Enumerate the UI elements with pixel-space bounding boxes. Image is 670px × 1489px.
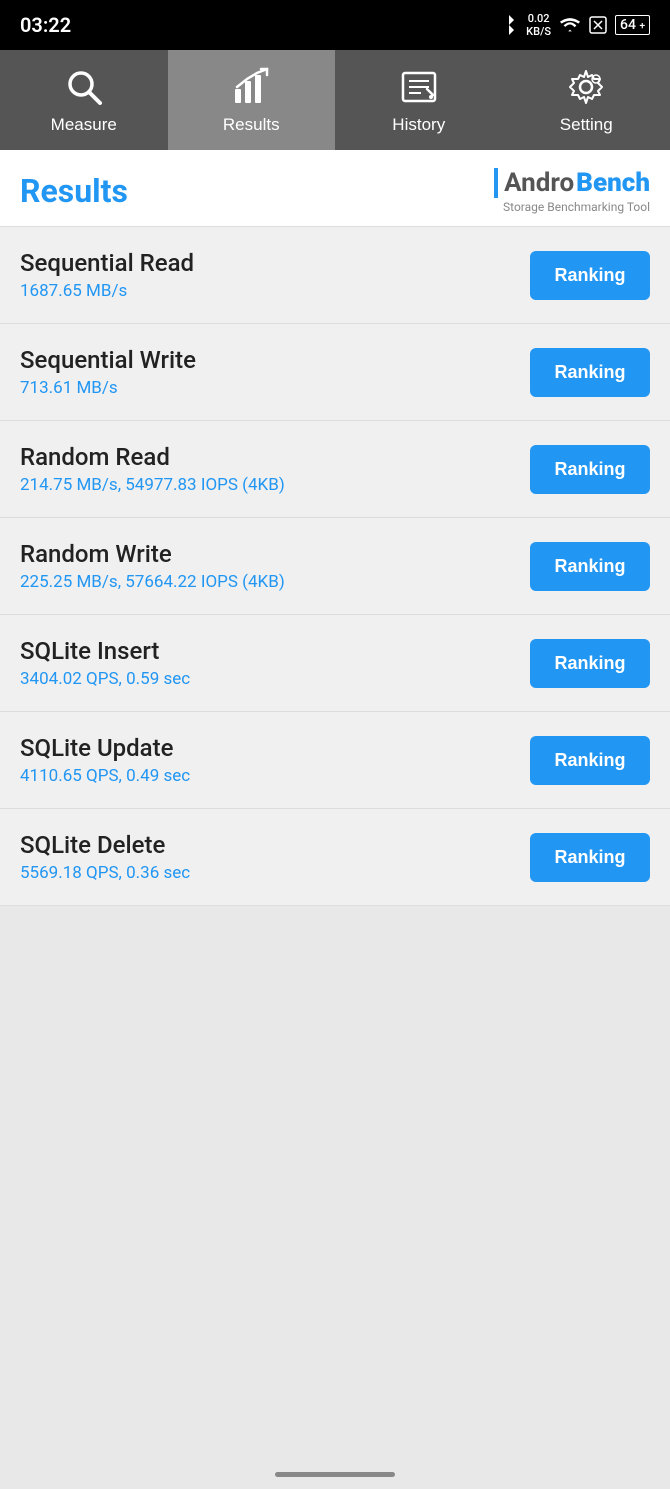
ranking-button[interactable]: Ranking [530,639,650,688]
battery-level: 64 + [615,15,650,35]
result-row: SQLite Delete 5569.18 QPS, 0.36 secRankin… [0,809,670,906]
x-icon [589,16,607,34]
results-list: Sequential Read1687.65 MB/sRankingSequen… [0,227,670,906]
tab-results[interactable]: Results [168,50,336,150]
result-value: 1687.65 MB/s [20,281,530,301]
tab-measure-label: Measure [51,115,117,135]
brand-logo: AndroBench Storage Benchmarking Tool [494,168,650,214]
results-icon [229,65,273,109]
result-value: 225.25 MB/s, 57664.22 IOPS (4KB) [20,572,530,592]
status-icons: 0.02KB/S 64 + [500,12,650,38]
measure-icon [62,65,106,109]
tab-setting[interactable]: Setting [503,50,670,150]
result-name: Sequential Read [20,249,530,277]
result-row: Random Read 214.75 MB/s, 54977.83 IOPS (4… [0,421,670,518]
result-info: SQLite Delete 5569.18 QPS, 0.36 sec [20,831,530,883]
bottom-indicator [275,1472,395,1477]
tab-history-label: History [392,115,445,135]
history-icon [397,65,441,109]
nav-tabs: Measure Results History [0,50,670,150]
result-name: SQLite Delete [20,831,530,859]
result-name: SQLite Insert [20,637,530,665]
status-time: 03:22 [20,13,71,37]
result-info: Random Write 225.25 MB/s, 57664.22 IOPS (… [20,540,530,592]
result-name: Random Read [20,443,530,471]
result-value: 3404.02 QPS, 0.59 sec [20,669,530,689]
wifi-icon [559,16,581,34]
result-row: Random Write 225.25 MB/s, 57664.22 IOPS (… [0,518,670,615]
result-info: Sequential Write 713.61 MB/s [20,346,530,398]
ranking-button[interactable]: Ranking [530,348,650,397]
brand-subtitle: Storage Benchmarking Tool [503,200,650,214]
result-value: 4110.65 QPS, 0.49 sec [20,766,530,786]
page-title: Results [20,172,128,210]
ranking-button[interactable]: Ranking [530,833,650,882]
result-row: Sequential Read 1687.65 MB/sRanking [0,227,670,324]
result-name: SQLite Update [20,734,530,762]
ranking-button[interactable]: Ranking [530,542,650,591]
result-info: Sequential Read 1687.65 MB/s [20,249,530,301]
tab-measure[interactable]: Measure [0,50,168,150]
result-row: SQLite Insert 3404.02 QPS, 0.59 secRankin… [0,615,670,712]
result-name: Random Write [20,540,530,568]
result-info: SQLite Insert 3404.02 QPS, 0.59 sec [20,637,530,689]
result-value: 5569.18 QPS, 0.36 sec [20,863,530,883]
setting-icon [564,65,608,109]
ranking-button[interactable]: Ranking [530,445,650,494]
network-speed: 0.02KB/S [526,12,551,38]
result-value: 713.61 MB/s [20,378,530,398]
status-bar: 03:22 0.02KB/S 64 + [0,0,670,50]
ranking-button[interactable]: Ranking [530,736,650,785]
result-info: SQLite Update 4110.65 QPS, 0.49 sec [20,734,530,786]
tab-results-label: Results [223,115,280,135]
result-row: SQLite Update 4110.65 QPS, 0.49 secRankin… [0,712,670,809]
result-row: Sequential Write 713.61 MB/sRanking [0,324,670,421]
brand-bar [494,168,498,198]
brand-name: AndroBench [494,168,650,198]
result-info: Random Read 214.75 MB/s, 54977.83 IOPS (4… [20,443,530,495]
bluetooth-icon [500,14,518,36]
tab-setting-label: Setting [560,115,613,135]
page-header: Results AndroBench Storage Benchmarking … [0,150,670,227]
tab-history[interactable]: History [335,50,503,150]
ranking-button[interactable]: Ranking [530,251,650,300]
result-value: 214.75 MB/s, 54977.83 IOPS (4KB) [20,475,530,495]
result-name: Sequential Write [20,346,530,374]
